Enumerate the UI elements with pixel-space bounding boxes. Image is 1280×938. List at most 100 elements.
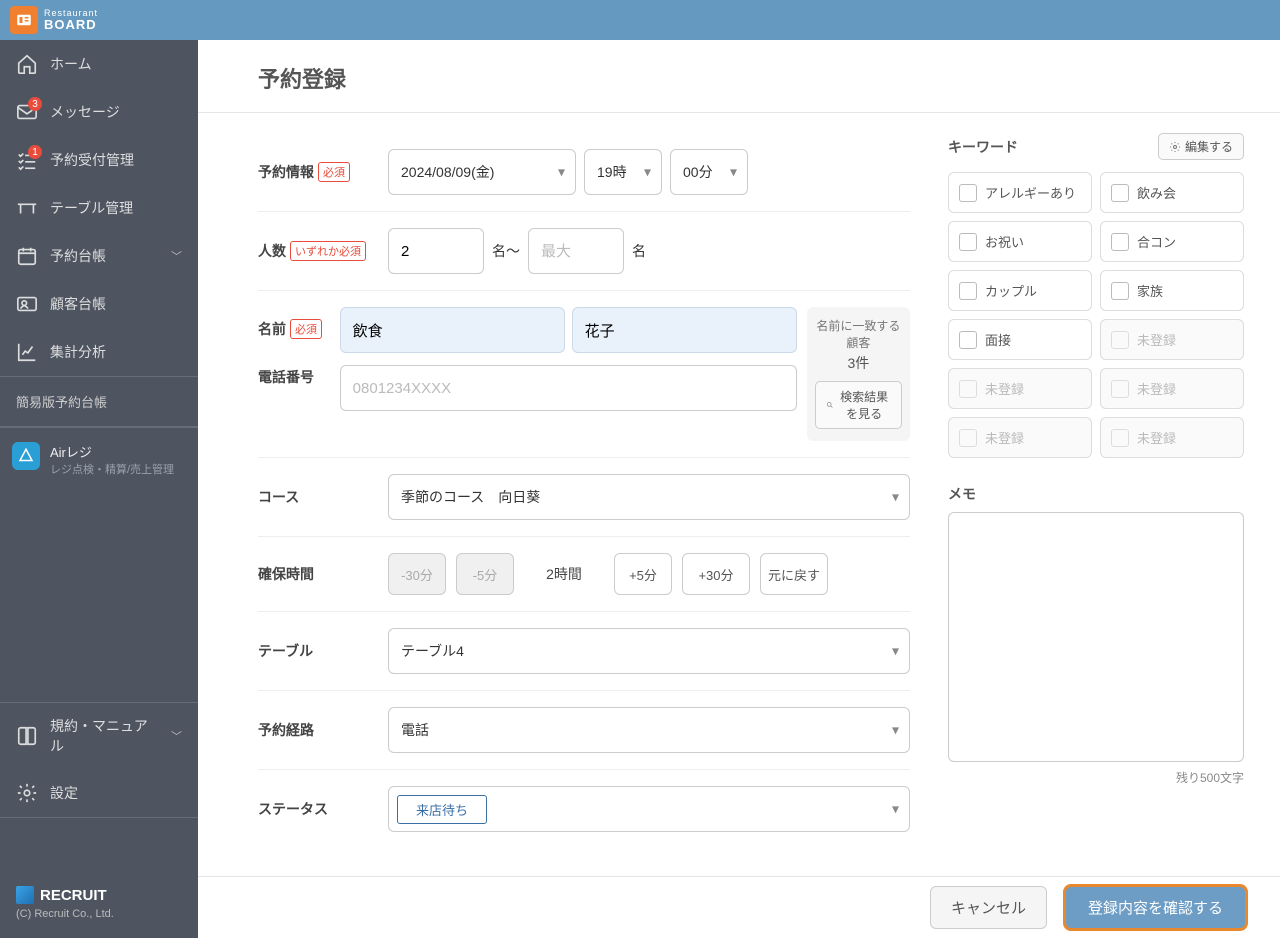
memo-textarea[interactable] (948, 512, 1244, 762)
keyword-chip-empty: 未登録 (1100, 417, 1244, 458)
checkbox-icon (959, 233, 977, 251)
label-phone: 電話番号 (258, 367, 314, 387)
keyword-chip[interactable]: 飲み会 (1100, 172, 1244, 213)
select-date[interactable]: 2024/08/09(金)▾ (388, 149, 576, 195)
app-logo: Restaurant BOARD (10, 6, 98, 34)
keyword-chip[interactable]: お祝い (948, 221, 1092, 262)
req-badge: 必須 (318, 162, 350, 182)
hold-value: 2時間 (524, 564, 604, 584)
input-people-min[interactable] (388, 228, 484, 274)
input-name-last[interactable] (340, 307, 565, 353)
page-title: 予約登録 (198, 40, 1280, 112)
select-table[interactable]: テーブル4▾ (388, 628, 910, 674)
keyword-chip[interactable]: 合コン (1100, 221, 1244, 262)
input-phone[interactable] (340, 365, 797, 411)
cancel-button[interactable]: キャンセル (930, 886, 1047, 929)
btn-plus5[interactable]: +5分 (614, 553, 672, 595)
select-status[interactable]: 来店待ち ▾ (388, 786, 910, 832)
checkbox-icon (1111, 429, 1129, 447)
keyword-chip[interactable]: 家族 (1100, 270, 1244, 311)
keyword-chip-empty: 未登録 (948, 368, 1092, 409)
edit-keywords-button[interactable]: 編集する (1158, 133, 1244, 160)
keyword-chip[interactable]: カップル (948, 270, 1092, 311)
keyword-chip[interactable]: アレルギーあり (948, 172, 1092, 213)
select-course[interactable]: 季節のコース 向日葵▾ (388, 474, 910, 520)
keyword-chip[interactable]: 面接 (948, 319, 1092, 360)
btn-reset-time[interactable]: 元に戻す (760, 553, 828, 595)
row-status: ステータス 来店待ち ▾ (258, 770, 910, 848)
select-minute[interactable]: 00分▾ (670, 149, 748, 195)
caret-icon: ▾ (644, 164, 651, 181)
recruit-text: RECRUIT (40, 887, 107, 904)
select-route[interactable]: 電話▾ (388, 707, 910, 753)
air-icon (12, 442, 40, 470)
caret-icon: ▾ (892, 722, 899, 739)
calendar-icon (16, 245, 38, 267)
confirm-button[interactable]: 登録内容を確認する (1063, 884, 1248, 931)
hint-line1: 名前に一致する顧客 (815, 317, 902, 351)
nav-reservation-receive[interactable]: 1 予約受付管理 (0, 136, 198, 184)
nav-home[interactable]: ホーム (0, 40, 198, 88)
table-icon (16, 197, 38, 219)
receive-badge: 1 (28, 145, 42, 159)
nav-messages[interactable]: 3 メッセージ (0, 88, 198, 136)
input-people-max[interactable] (528, 228, 624, 274)
checkbox-icon (959, 380, 977, 398)
nav-air-regi[interactable]: Airレジ レジ点検・精算/売上管理 (0, 427, 198, 491)
req-badge: 必須 (290, 319, 322, 339)
row-hold-time: 確保時間 -30分 -5分 2時間 +5分 +30分 元に戻す (258, 537, 910, 612)
caret-icon: ▾ (892, 643, 899, 660)
sidebar-footer: RECRUIT (C) Recruit Co., Ltd. (16, 886, 114, 920)
id-card-icon (16, 293, 38, 315)
side-column: キーワード 編集する アレルギーあり飲み会お祝い合コンカップル家族面接未登録未登… (948, 133, 1244, 848)
people-unit: 名 (632, 241, 646, 261)
home-icon (16, 53, 38, 75)
checkbox-icon (959, 282, 977, 300)
nav-ledger[interactable]: 予約台帳 ﹀ (0, 232, 198, 280)
input-name-first[interactable] (572, 307, 797, 353)
logo-icon (10, 6, 38, 34)
nav-manual[interactable]: 規約・マニュアル ﹀ (0, 703, 198, 769)
nav-analytics[interactable]: 集計分析 (0, 328, 198, 376)
nav-settings[interactable]: 設定 (0, 769, 198, 817)
caret-icon: ▾ (892, 489, 899, 506)
row-course: コース 季節のコース 向日葵▾ (258, 458, 910, 537)
row-name-phone: 名前必須 電話番号 名前に一致する顧客 3件 検索結果を見る (258, 291, 910, 458)
chevron-down-icon: ﹀ (171, 728, 182, 744)
status-chip: 来店待ち (397, 795, 487, 824)
nav-label: 予約受付管理 (50, 150, 134, 170)
label-table: テーブル (258, 641, 313, 661)
keyword-chip-empty: 未登録 (948, 417, 1092, 458)
checkbox-icon (959, 429, 977, 447)
nav-table-mgmt[interactable]: テーブル管理 (0, 184, 198, 232)
keyword-chip-empty: 未登録 (1100, 368, 1244, 409)
checkbox-icon (1111, 380, 1129, 398)
row-info: 予約情報必須 2024/08/09(金)▾ 19時▾ 00分▾ (258, 133, 910, 212)
nav-label: 設定 (50, 783, 78, 803)
label-hold: 確保時間 (258, 564, 314, 584)
mail-icon: 3 (16, 101, 38, 123)
checkbox-icon (1111, 282, 1129, 300)
copyright: (C) Recruit Co., Ltd. (16, 908, 114, 920)
row-people: 人数いずれか必須 名～ 名 (258, 212, 910, 291)
view-search-results-button[interactable]: 検索結果を見る (815, 381, 902, 429)
btn-plus30[interactable]: +30分 (682, 553, 750, 595)
memo-remaining: 残り500文字 (948, 769, 1244, 786)
nav-customers[interactable]: 顧客台帳 (0, 280, 198, 328)
select-hour[interactable]: 19時▾ (584, 149, 662, 195)
btn-minus30[interactable]: -30分 (388, 553, 446, 595)
messages-badge: 3 (28, 97, 42, 111)
book-icon (16, 725, 38, 747)
row-table: テーブル テーブル4▾ (258, 612, 910, 691)
req-badge: いずれか必須 (290, 241, 366, 261)
chevron-down-icon: ﹀ (171, 248, 182, 264)
name-match-hint: 名前に一致する顧客 3件 検索結果を見る (807, 307, 910, 441)
topbar: Restaurant BOARD (0, 0, 1280, 40)
nav-simple-ledger[interactable]: 簡易版予約台帳 (0, 377, 198, 426)
label-status: ステータス (258, 799, 328, 819)
brand-big: BOARD (44, 18, 98, 31)
nav-label: テーブル管理 (50, 198, 133, 218)
btn-minus5[interactable]: -5分 (456, 553, 514, 595)
caret-icon: ▾ (892, 801, 899, 818)
keywords-title: キーワード (948, 137, 1018, 157)
